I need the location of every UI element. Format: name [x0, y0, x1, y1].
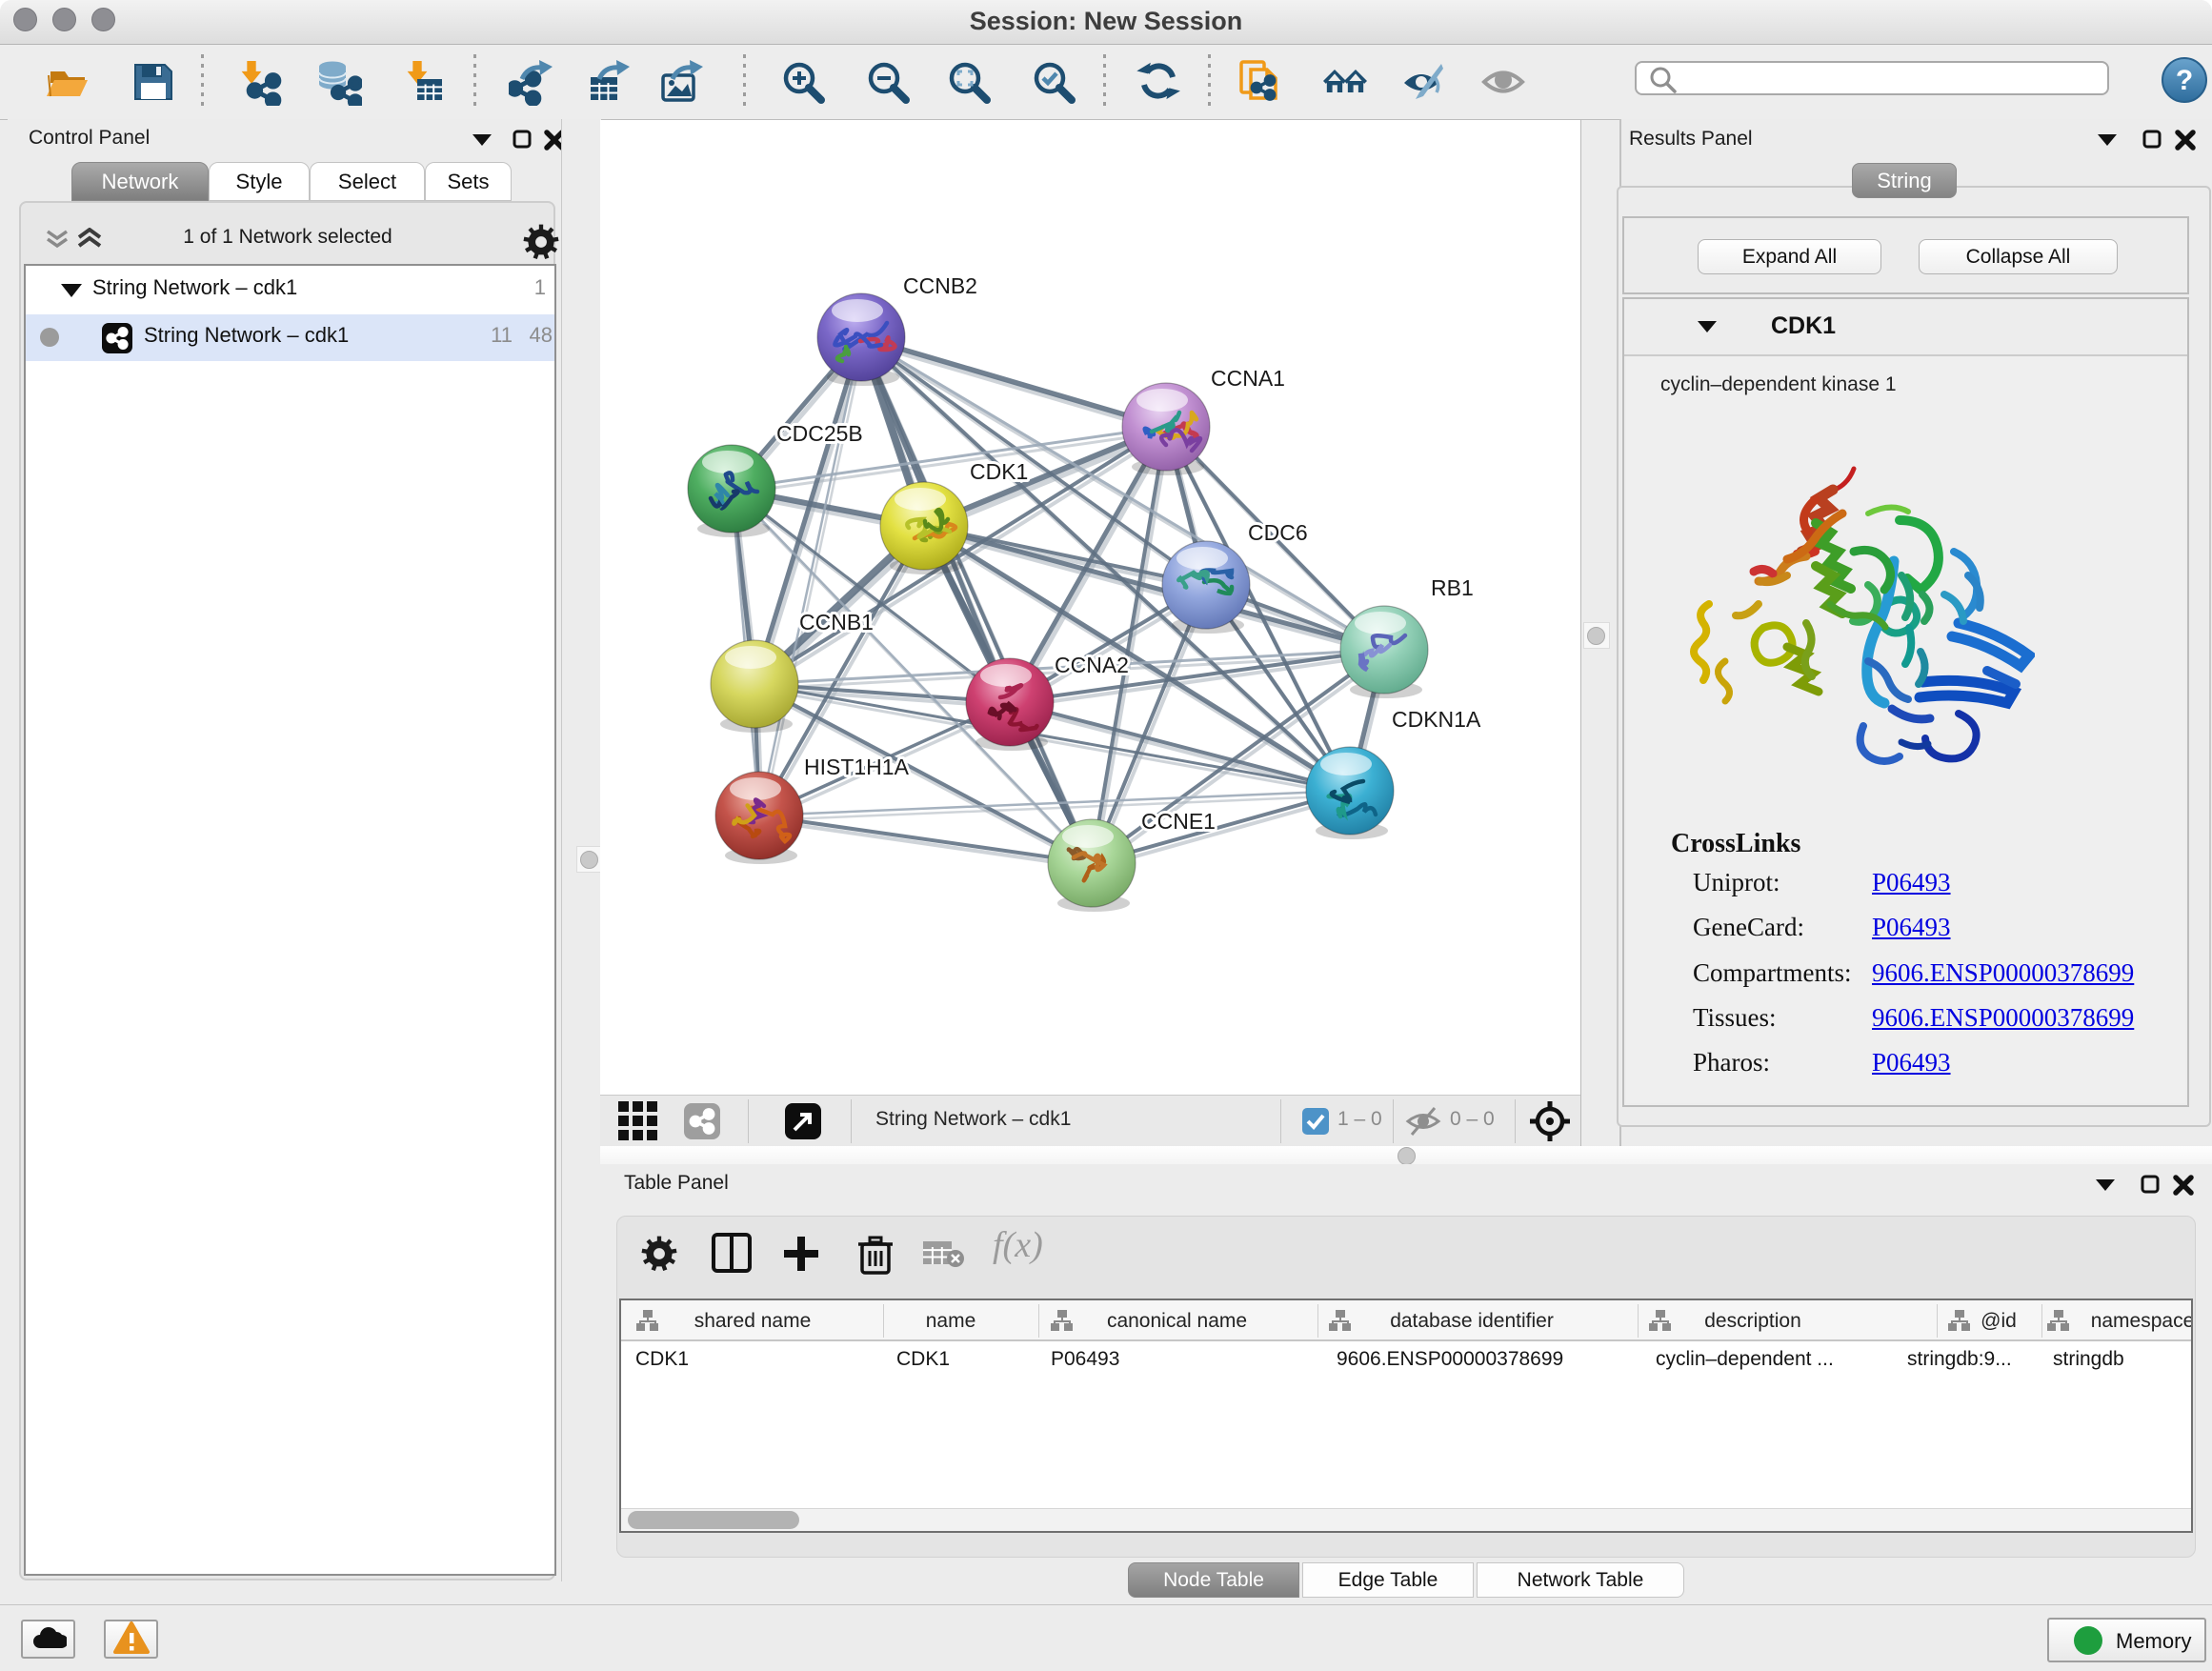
- svg-text:CCNB1: CCNB1: [799, 610, 874, 634]
- svg-text:HIST1H1A: HIST1H1A: [804, 755, 910, 779]
- svg-text:CDC25B: CDC25B: [776, 421, 863, 446]
- svg-text:CDKN1A: CDKN1A: [1392, 707, 1481, 732]
- svg-text:CCNE1: CCNE1: [1141, 809, 1216, 834]
- svg-text:CDC6: CDC6: [1248, 520, 1308, 545]
- svg-text:RB1: RB1: [1431, 575, 1474, 600]
- svg-text:CCNB2: CCNB2: [903, 273, 977, 298]
- svg-text:CCNA1: CCNA1: [1211, 366, 1285, 391]
- svg-text:CDK1: CDK1: [970, 459, 1028, 484]
- svg-text:CCNA2: CCNA2: [1055, 653, 1129, 677]
- svg-text:?: ?: [2176, 65, 2193, 96]
